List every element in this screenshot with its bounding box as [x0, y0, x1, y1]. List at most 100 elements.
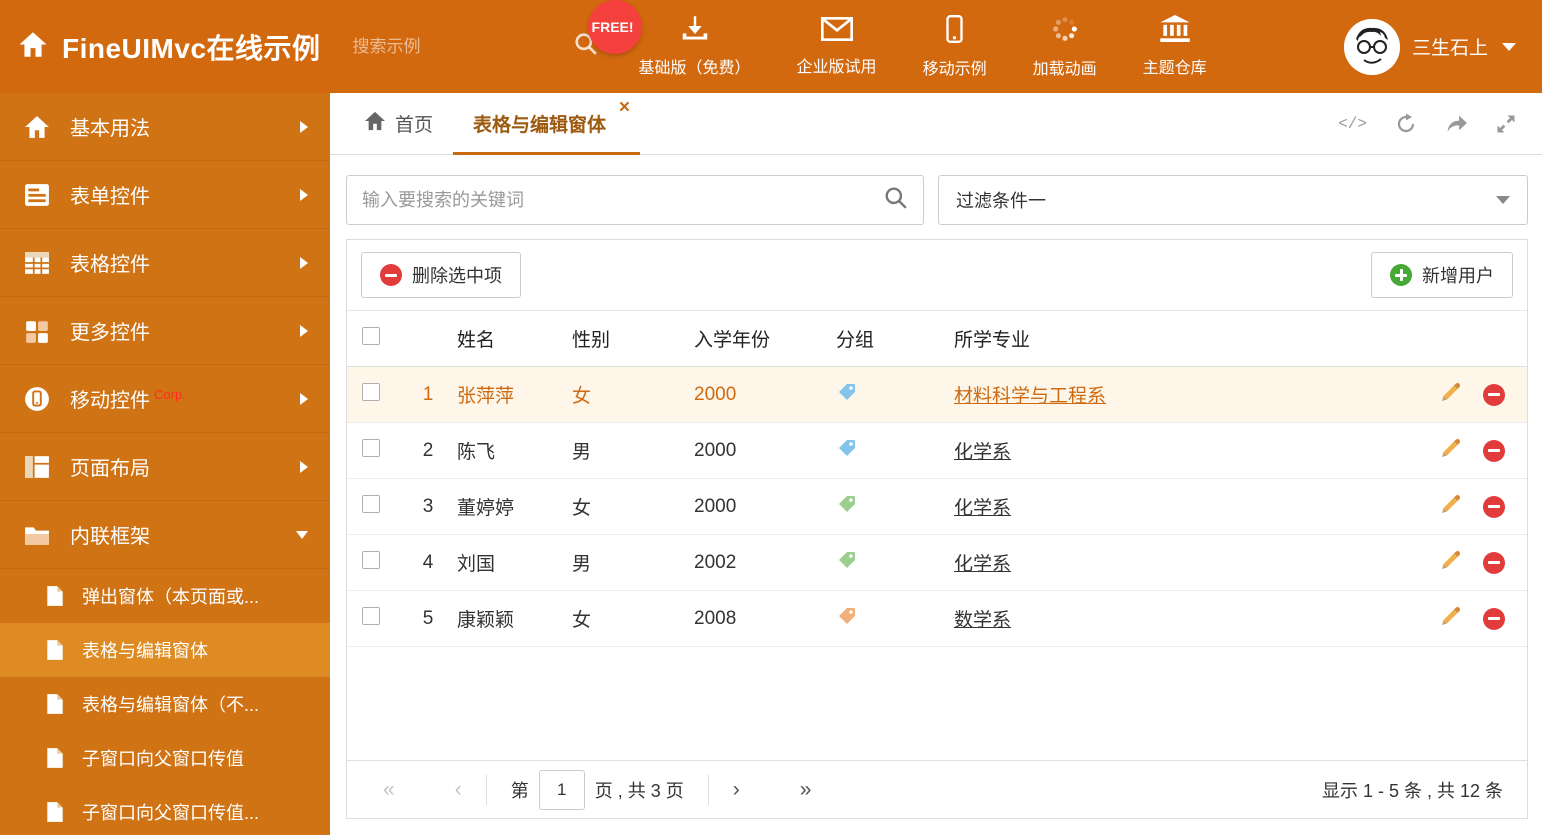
cell-year: 2002 — [694, 551, 737, 573]
edit-icon[interactable] — [1440, 381, 1462, 409]
spinner-icon — [1051, 15, 1079, 48]
column-header-name[interactable]: 姓名 — [457, 330, 495, 351]
maximize-icon[interactable] — [1496, 114, 1516, 134]
close-icon[interactable]: × — [619, 98, 630, 117]
button-label: 删除选中项 — [412, 266, 502, 286]
nav-basic-free[interactable]: FREE! 基础版（免费） — [587, 0, 774, 93]
sidebar-item-inline-frame[interactable]: 内联框架 — [0, 501, 330, 569]
file-icon — [46, 639, 68, 661]
edit-icon[interactable] — [1440, 549, 1462, 577]
table-row[interactable]: 5 康颖颖 女 2008 数学系 — [347, 590, 1527, 647]
home-icon — [364, 111, 386, 137]
nav-loading-animation[interactable]: 加载动画 — [1010, 0, 1120, 93]
sidebar-subitem-popup-window[interactable]: 弹出窗体（本页面或... — [0, 569, 330, 623]
last-page-button[interactable]: » — [800, 779, 812, 800]
row-checkbox[interactable] — [362, 438, 380, 457]
grid-panel: 删除选中项 新增用户 姓名 性别 入学年份 分组 所学专业 1 张萍萍 女 20… — [346, 239, 1528, 819]
bank-icon — [1159, 15, 1191, 47]
sidebar-item-grid-controls[interactable]: 表格控件 — [0, 229, 330, 297]
sidebar-subitem-grid-edit-window-2[interactable]: 表格与编辑窗体（不... — [0, 677, 330, 731]
mobile-icon — [24, 386, 54, 412]
filter-row: 过滤条件一 — [330, 155, 1542, 239]
add-user-button[interactable]: 新增用户 — [1371, 252, 1513, 298]
user-menu[interactable]: 三生石上 — [1343, 18, 1516, 75]
keyword-search-input[interactable] — [362, 189, 884, 211]
edit-icon[interactable] — [1440, 437, 1462, 465]
app-title: FineUIMvc在线示例 — [62, 32, 321, 64]
chevron-right-icon — [300, 188, 308, 201]
column-header-major[interactable]: 所学专业 — [954, 330, 1030, 351]
search-icon[interactable] — [884, 186, 908, 215]
brand[interactable]: FineUIMvc在线示例 — [0, 27, 321, 67]
app-root: FineUIMvc在线示例 FREE! 基础版（免费） 企业版试用 — [0, 0, 1542, 835]
refresh-icon[interactable] — [1395, 113, 1417, 135]
sidebar-item-basic-usage[interactable]: 基本用法 — [0, 93, 330, 161]
table-row[interactable]: 2 陈飞 男 2000 化学系 — [347, 422, 1527, 479]
row-checkbox[interactable] — [362, 606, 380, 625]
edit-icon[interactable] — [1440, 605, 1462, 633]
sidebar: 基本用法 表单控件 表格控件 更多控件 移动控件 Corp. 页面布局 内联框架… — [0, 93, 330, 835]
pagination-bar: « ‹ 第 页 , 共 3 页 › » 显示 1 - 5 条 , 共 12 条 — [347, 760, 1527, 818]
nav-label: 基础版（免费） — [638, 60, 751, 77]
row-checkbox[interactable] — [362, 550, 380, 569]
sidebar-item-label: 基本用法 — [70, 118, 150, 140]
sidebar-item-page-layout[interactable]: 页面布局 — [0, 433, 330, 501]
nav-mobile-demo[interactable]: 移动示例 — [900, 0, 1010, 93]
frame-icon — [24, 524, 54, 546]
column-header-year[interactable]: 入学年份 — [694, 330, 770, 351]
delete-icon[interactable] — [1483, 495, 1505, 518]
major-link[interactable]: 化学系 — [954, 498, 1011, 519]
nav-label: 加载动画 — [1032, 60, 1097, 78]
chevron-right-icon — [300, 120, 308, 133]
nav-enterprise-trial[interactable]: 企业版试用 — [774, 0, 900, 93]
select-all-checkbox[interactable] — [362, 326, 380, 345]
source-code-icon[interactable]: </> — [1338, 115, 1367, 133]
major-link[interactable]: 化学系 — [954, 554, 1011, 575]
table-row[interactable]: 3 董婷婷 女 2000 化学系 — [347, 478, 1527, 535]
tab-grid-edit-window[interactable]: 表格与编辑窗体 × — [453, 93, 641, 155]
prev-page-button[interactable]: ‹ — [455, 779, 462, 800]
major-link[interactable]: 化学系 — [954, 442, 1011, 463]
first-page-button[interactable]: « — [383, 779, 395, 800]
sidebar-item-label: 更多控件 — [70, 322, 150, 344]
delete-selected-button[interactable]: 删除选中项 — [361, 252, 521, 298]
tab-label: 首页 — [395, 115, 434, 136]
cell-year: 2000 — [694, 495, 737, 517]
table-row[interactable]: 1 张萍萍 女 2000 材料科学与工程系 — [347, 366, 1527, 423]
chevron-right-icon — [300, 392, 308, 405]
delete-icon[interactable] — [1483, 439, 1505, 462]
open-in-new-icon[interactable] — [1445, 114, 1468, 133]
sidebar-subitem-grid-edit-window[interactable]: 表格与编辑窗体 — [0, 623, 330, 677]
major-link[interactable]: 数学系 — [954, 610, 1011, 631]
tab-home[interactable]: 首页 — [344, 93, 453, 154]
delete-icon[interactable] — [1483, 383, 1505, 406]
sidebar-item-form-controls[interactable]: 表单控件 — [0, 161, 330, 229]
next-page-button[interactable]: › — [733, 779, 740, 800]
delete-icon[interactable] — [1483, 551, 1505, 574]
filter-dropdown[interactable]: 过滤条件一 — [938, 175, 1528, 225]
column-header-group[interactable]: 分组 — [836, 330, 874, 351]
tab-label: 表格与编辑窗体 — [473, 115, 607, 136]
mobile-icon — [946, 14, 963, 48]
column-header-gender[interactable]: 性别 — [572, 330, 610, 351]
user-name: 三生石上 — [1411, 38, 1488, 59]
edit-icon[interactable] — [1440, 493, 1462, 521]
row-checkbox[interactable] — [362, 494, 380, 513]
header-search-input[interactable] — [352, 36, 574, 57]
keyword-search-box — [346, 175, 924, 225]
major-link[interactable]: 材料科学与工程系 — [954, 386, 1106, 407]
sidebar-item-more-controls[interactable]: 更多控件 — [0, 297, 330, 365]
cell-year: 2000 — [694, 383, 737, 405]
grid-toolbar: 删除选中项 新增用户 — [347, 240, 1527, 310]
mail-icon — [820, 16, 853, 46]
sidebar-item-mobile-controls[interactable]: 移动控件 Corp. — [0, 365, 330, 433]
page-number-input[interactable] — [538, 769, 585, 810]
nav-theme-store[interactable]: 主题仓库 — [1120, 0, 1230, 93]
delete-icon[interactable] — [1483, 607, 1505, 630]
divider — [707, 774, 709, 805]
form-icon — [24, 183, 54, 207]
sidebar-subitem-child-to-parent-2[interactable]: 子窗口向父窗口传值... — [0, 785, 330, 835]
sidebar-subitem-child-to-parent[interactable]: 子窗口向父窗口传值 — [0, 731, 330, 785]
table-row[interactable]: 4 刘国 男 2002 化学系 — [347, 534, 1527, 591]
row-checkbox[interactable] — [362, 382, 380, 401]
